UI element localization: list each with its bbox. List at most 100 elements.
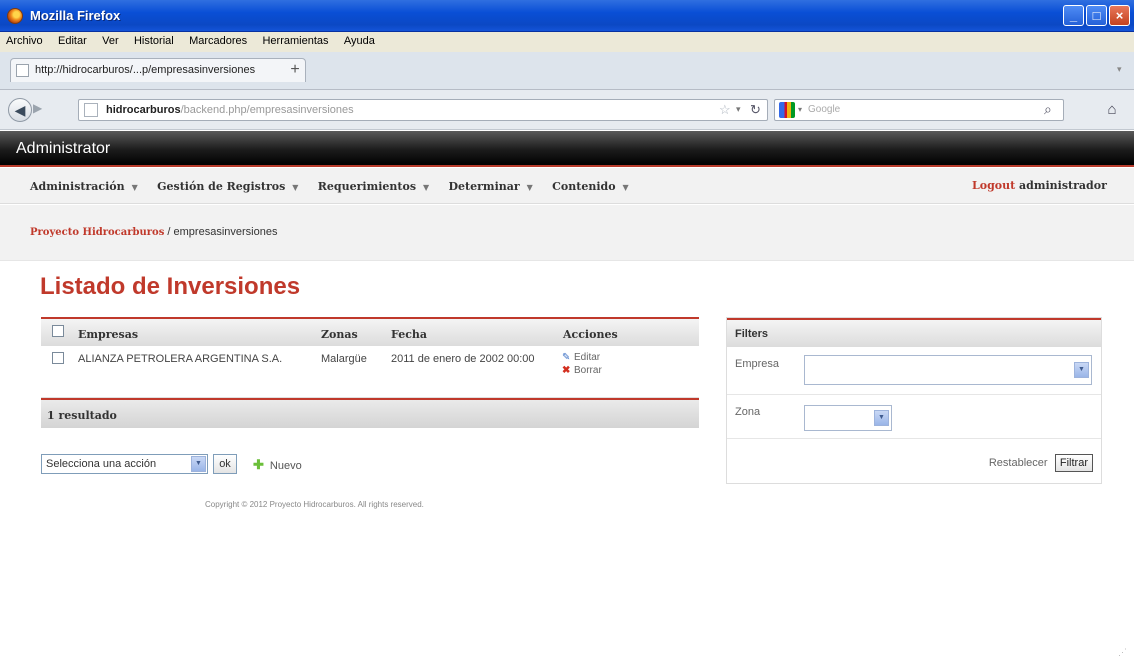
menu-gestion-registros[interactable]: Gestión de Registros ▼ (157, 180, 298, 193)
page-title: Listado de Inversiones (40, 273, 301, 300)
cell-zona: Malargüe (321, 353, 367, 365)
close-window-button[interactable]: × (1109, 5, 1130, 26)
table-row: ALIANZA PETROLERA ARGENTINA S.A. Malargü… (41, 346, 699, 398)
maximize-button[interactable]: □ (1086, 5, 1107, 26)
breadcrumb: Proyecto Hidrocarburos / empresasinversi… (30, 226, 277, 238)
cell-fecha: 2011 de enero de 2002 00:00 (391, 353, 535, 365)
admin-header: Administrator (0, 131, 1134, 167)
url-bar[interactable]: hidrocarburos/backend.php/empresasinvers… (78, 99, 768, 121)
search-input[interactable]: Google (808, 104, 840, 115)
page-favicon-icon (16, 64, 29, 77)
resize-grip-icon[interactable]: ⋰ (1118, 647, 1127, 658)
search-bar[interactable]: ▾ Google ⌕ (774, 99, 1064, 121)
filter-actions: Restablecer Filtrar (989, 454, 1093, 472)
filter-row-zona: Zona ▼ (727, 395, 1101, 439)
forward-button[interactable]: ▶ (33, 101, 42, 115)
tab-list-icon[interactable]: ▾ (1117, 64, 1122, 75)
firefox-logo-icon (7, 8, 23, 24)
google-engine-icon[interactable] (779, 102, 795, 118)
menu-editar[interactable]: Editar (52, 32, 93, 47)
zona-label: Zona (735, 406, 761, 418)
url-host: hidrocarburos (106, 104, 181, 116)
back-button[interactable]: ◀ (8, 98, 32, 122)
header-fecha[interactable]: Fecha (391, 328, 427, 341)
menu-ver[interactable]: Ver (96, 32, 125, 47)
empresa-select[interactable]: ▼ (804, 355, 1092, 385)
table-header: Empresas Zonas Fecha Acciones (41, 317, 699, 346)
menu-ayuda[interactable]: Ayuda (338, 32, 381, 47)
window-titlebar: Mozilla Firefox _ □ × (0, 0, 1134, 32)
header-empresas[interactable]: Empresas (78, 328, 138, 341)
pencil-icon: ✎ (562, 352, 571, 363)
breadcrumb-current: empresasinversiones (173, 226, 278, 238)
menu-label: Contenido (552, 180, 616, 193)
chevron-down-icon[interactable]: ▼ (1074, 362, 1089, 378)
filters-title: Filters (735, 328, 769, 340)
delete-action[interactable]: ✖ Borrar (562, 365, 602, 376)
browser-tab[interactable]: http://hidrocarburos/...p/empresasinvers… (10, 58, 306, 82)
menu-determinar[interactable]: Determinar ▼ (449, 180, 533, 193)
chevron-down-icon[interactable]: ▼ (191, 456, 206, 472)
filter-submit-button[interactable]: Filtrar (1054, 454, 1093, 472)
window-title: Mozilla Firefox (30, 8, 121, 23)
current-user: administrador (1019, 179, 1107, 192)
minimize-button[interactable]: _ (1063, 5, 1084, 26)
table-footer: 1 resultado (41, 398, 699, 428)
menu-administracion[interactable]: Administración ▼ (30, 180, 138, 193)
results-table: Empresas Zonas Fecha Acciones ALIANZA PE… (41, 317, 699, 428)
new-link[interactable]: ✚ Nuevo (253, 457, 302, 473)
site-identity-icon[interactable] (84, 103, 98, 117)
edit-action[interactable]: ✎ Editar (562, 352, 600, 363)
tab-label: http://hidrocarburos/...p/empresasinvers… (35, 64, 256, 76)
delete-label: Borrar (574, 365, 602, 376)
batch-ok-button[interactable]: ok (213, 454, 237, 474)
bookmark-star-icon[interactable]: ☆ (719, 102, 731, 118)
result-count: 1 resultado (47, 409, 117, 422)
menu-archivo[interactable]: Archivo (0, 32, 49, 47)
search-icon[interactable]: ⌕ (1044, 101, 1052, 118)
reload-icon[interactable]: ↻ (750, 102, 761, 118)
new-tab-button[interactable]: + (284, 60, 306, 80)
zona-select[interactable]: ▼ (804, 405, 892, 431)
filters-panel: Filters Empresa ▼ Zona ▼ Restablecer Fil… (726, 317, 1102, 484)
menu-contenido[interactable]: Contenido ▼ (552, 180, 629, 193)
select-all-checkbox[interactable] (52, 325, 64, 337)
engine-dropdown-icon[interactable]: ▾ (798, 105, 802, 114)
filters-header: Filters (727, 318, 1101, 347)
reset-filter-link[interactable]: Restablecer (989, 457, 1048, 469)
chevron-down-icon: ▼ (292, 182, 299, 192)
breadcrumb-home-link[interactable]: Proyecto Hidrocarburos (30, 227, 164, 238)
menu-label: Requerimientos (317, 180, 417, 193)
header-zonas[interactable]: Zonas (321, 328, 358, 341)
breadcrumb-separator: / (164, 226, 174, 238)
menu-marcadores[interactable]: Marcadores (183, 32, 253, 47)
admin-brand: Administrator (16, 140, 111, 157)
chevron-down-icon: ▼ (622, 182, 629, 192)
cell-empresa: ALIANZA PETROLERA ARGENTINA S.A. (78, 353, 283, 365)
menu-label: Gestión de Registros (157, 180, 286, 193)
menubar: Archivo Editar Ver Historial Marcadores … (0, 32, 1134, 52)
chevron-down-icon: ▼ (526, 182, 533, 192)
menu-label: Administración (30, 180, 125, 193)
logout-area: Logout administrador (972, 179, 1107, 192)
new-label: Nuevo (269, 460, 302, 472)
admin-menu: Administración ▼ Gestión de Registros ▼ Re… (0, 168, 1134, 204)
menu-historial[interactable]: Historial (128, 32, 180, 47)
row-checkbox[interactable] (52, 352, 64, 364)
plus-icon: ✚ (253, 457, 264, 472)
copyright-text: Copyright © 2012 Proyecto Hidrocarburos.… (205, 500, 424, 509)
header-acciones: Acciones (563, 328, 618, 341)
batch-action-select[interactable]: Selecciona una acción ▼ (41, 454, 208, 474)
logout-link[interactable]: Logout (972, 179, 1015, 192)
delete-x-icon: ✖ (562, 365, 571, 376)
navigation-toolbar: ◀ ▶ hidrocarburos/backend.php/empresasin… (0, 90, 1134, 130)
menu-requerimientos[interactable]: Requerimientos ▼ (318, 180, 429, 193)
url-text[interactable]: hidrocarburos/backend.php/empresasinvers… (106, 104, 354, 116)
chevron-down-icon[interactable]: ▼ (874, 410, 889, 426)
home-icon[interactable]: ⌂ (1100, 98, 1124, 122)
batch-action-value: Selecciona una acción (46, 458, 157, 470)
tab-strip: http://hidrocarburos/...p/empresasinvers… (0, 52, 1134, 90)
menu-herramientas[interactable]: Herramientas (256, 32, 334, 47)
breadcrumb-band: Proyecto Hidrocarburos / empresasinversi… (0, 205, 1134, 261)
url-history-dropdown-icon[interactable]: ▾ (736, 104, 741, 115)
